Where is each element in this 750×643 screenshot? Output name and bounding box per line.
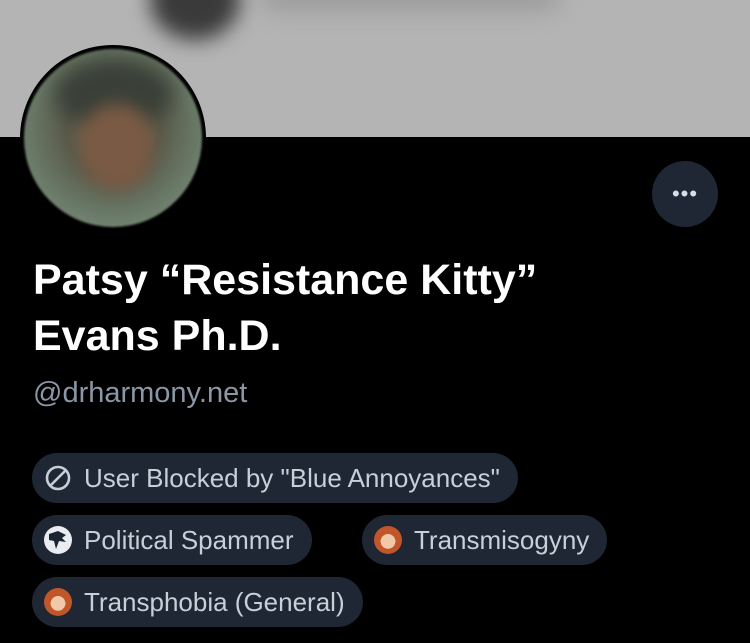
display-name-line1: Patsy “Resistance Kitty” xyxy=(33,256,538,304)
label-text: User Blocked by "Blue Annoyances" xyxy=(84,462,500,493)
eagle-badge-icon xyxy=(44,526,72,554)
banner-image-blur xyxy=(260,0,560,10)
user-handle: @drharmony.net xyxy=(33,377,248,409)
label-text: Transphobia (General) xyxy=(84,586,345,617)
more-options-button[interactable]: ••• xyxy=(652,161,718,227)
label-pill-blocked[interactable]: User Blocked by "Blue Annoyances" xyxy=(32,453,518,503)
display-name: Patsy “Resistance Kitty” Evans Ph.D. xyxy=(33,252,723,364)
block-icon xyxy=(44,464,72,492)
label-text: Transmisogyny xyxy=(414,524,590,555)
display-name-line2: Evans Ph.D. xyxy=(33,312,282,360)
ellipsis-icon: ••• xyxy=(671,181,699,206)
label-pill-transmisogyny[interactable]: Transmisogyny xyxy=(362,515,608,565)
banner-image-blur xyxy=(150,0,240,40)
avatar-image xyxy=(24,49,202,227)
avatar-image-blur xyxy=(82,104,152,189)
avatar[interactable] xyxy=(20,45,206,231)
label-text: Political Spammer xyxy=(84,524,294,555)
labeler-avatar-icon xyxy=(374,526,402,554)
label-pill-transphobia[interactable]: Transphobia (General) xyxy=(32,577,363,627)
label-pill-political-spammer[interactable]: Political Spammer xyxy=(32,515,312,565)
labeler-avatar-icon xyxy=(44,588,72,616)
